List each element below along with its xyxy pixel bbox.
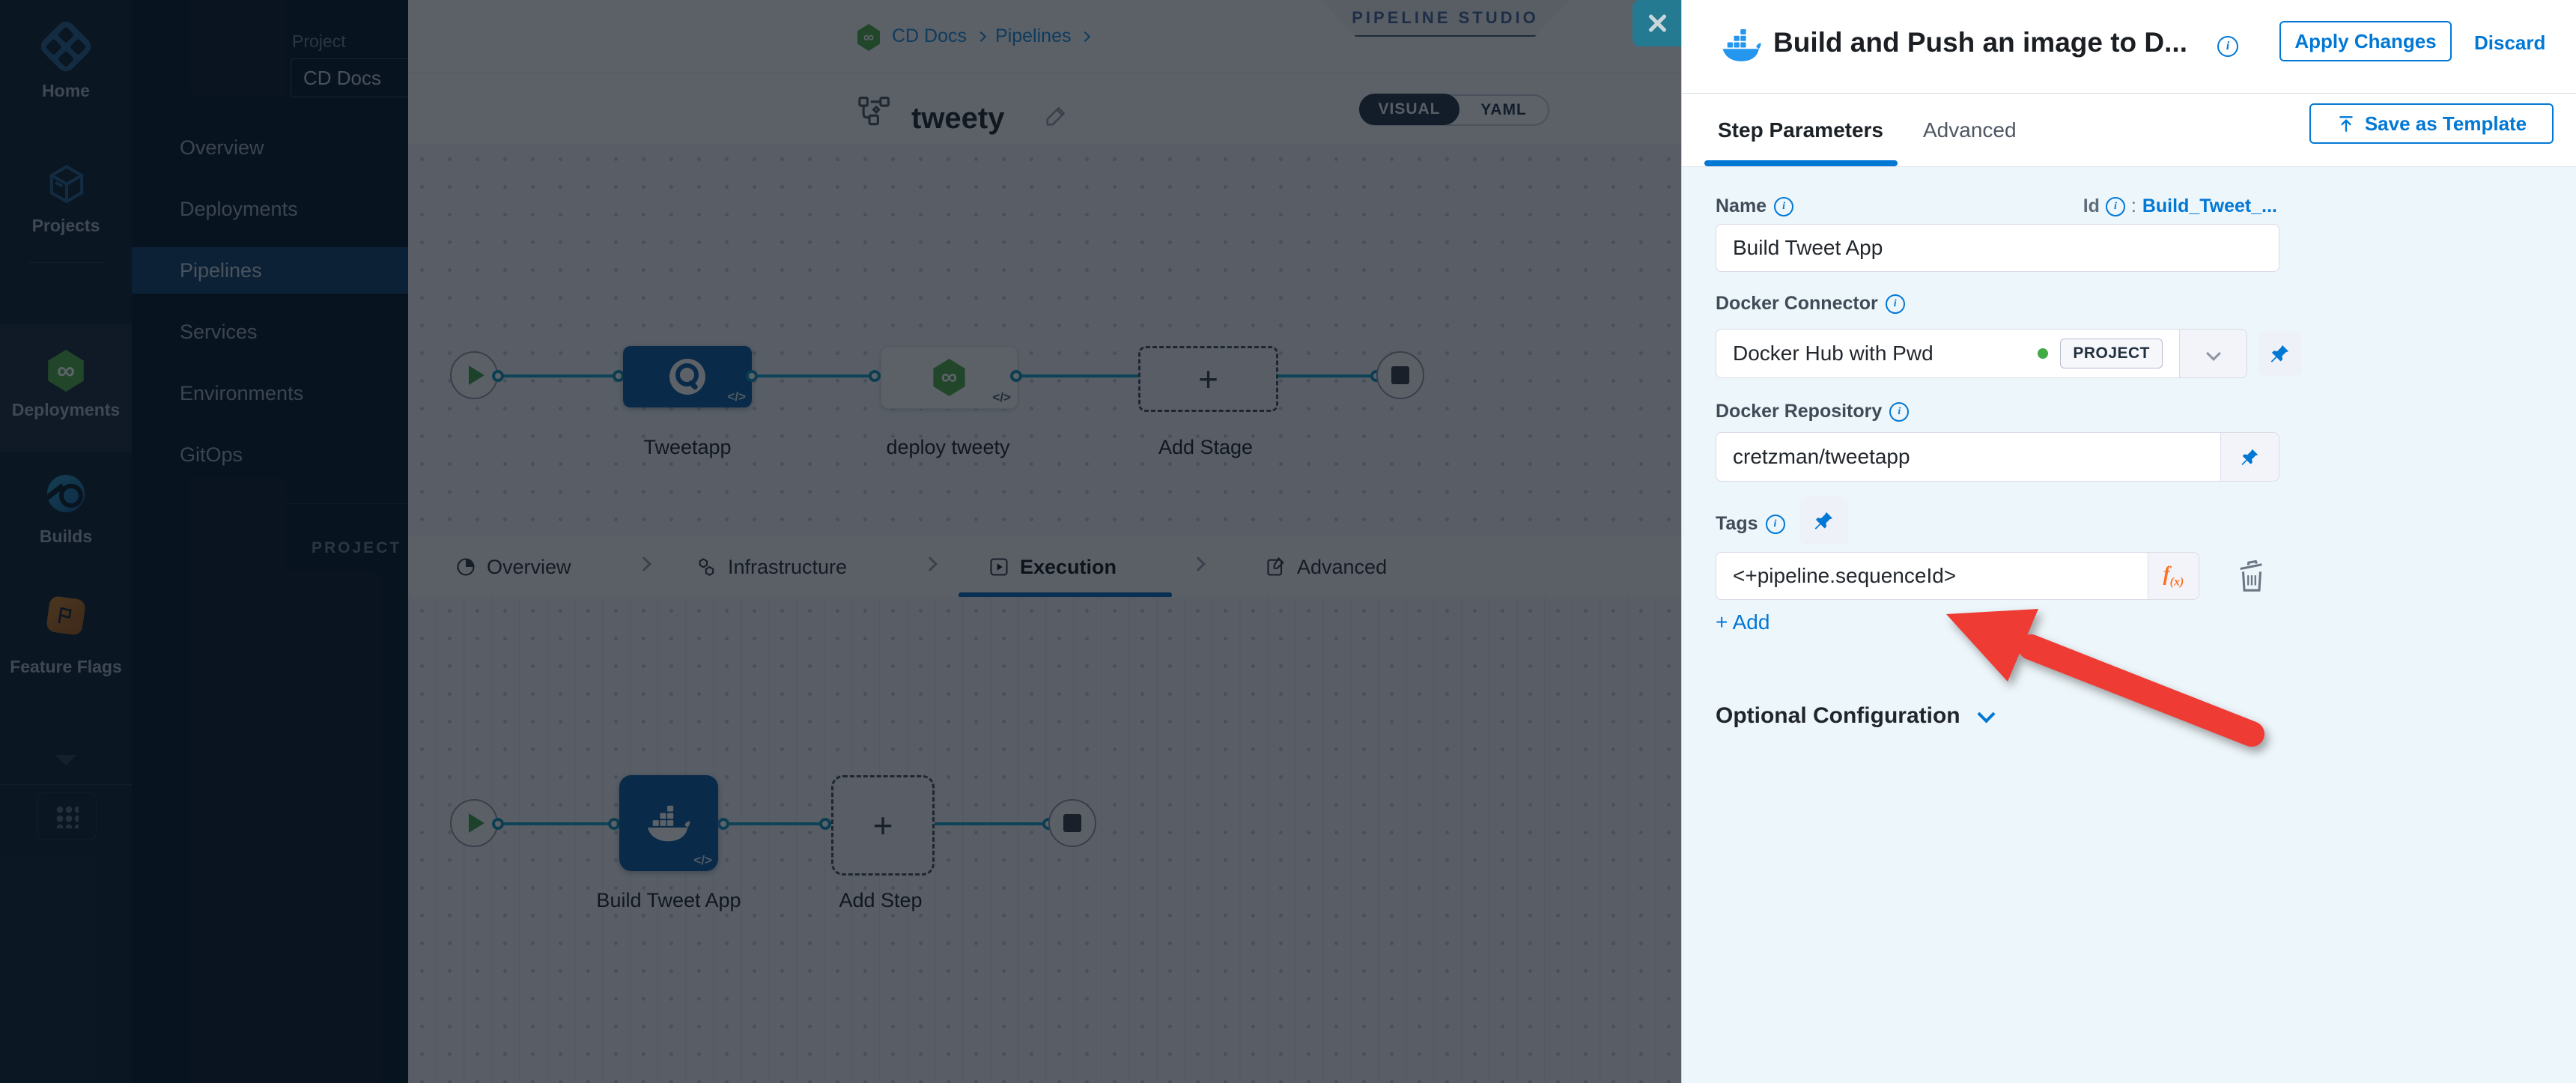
step-id-row: Id i : Build_Tweet_... (1996, 195, 2277, 217)
add-tag-link[interactable]: + Add (1716, 610, 1770, 634)
connector-dropdown[interactable] (2180, 329, 2247, 378)
pipeline-studio-app: Home Projects ∞ Deployments Builds Featu… (0, 0, 2576, 1083)
annotation-arrow (1902, 577, 2366, 816)
docker-connector-label: Docker Connector i (1716, 293, 1905, 315)
repository-pin-button[interactable] (2221, 432, 2279, 482)
tab-step-parameters[interactable]: Step Parameters (1718, 118, 1883, 142)
info-icon[interactable]: i (1766, 515, 1785, 534)
step-id-value[interactable]: Build_Tweet_... (2142, 195, 2277, 217)
divider (1682, 93, 2576, 94)
step-title: Build and Push an image to D... (1773, 27, 2187, 58)
connector-pin-button[interactable] (2258, 332, 2302, 375)
docker-icon (1721, 27, 1763, 63)
close-drawer-button[interactable] (1632, 0, 1681, 46)
info-icon[interactable]: i (1886, 294, 1905, 314)
upload-template-icon (2336, 114, 2356, 133)
discard-button[interactable]: Discard (2474, 31, 2545, 55)
docker-repository-field (1716, 432, 2279, 482)
apply-changes-button[interactable]: Apply Changes (2279, 21, 2452, 61)
info-icon[interactable]: i (2217, 36, 2238, 57)
step-config-drawer: Build and Push an image to D... i Apply … (1681, 0, 2576, 1083)
chevron-down-icon (2206, 346, 2221, 361)
name-input[interactable] (1716, 224, 2279, 272)
tags-label: Tags i (1716, 513, 1785, 535)
docker-connector-value: Docker Hub with Pwd (1733, 342, 2026, 365)
info-icon[interactable]: i (1774, 197, 1793, 216)
close-icon (1647, 13, 1668, 34)
pin-icon (2270, 343, 2291, 364)
active-tab-underline (1704, 160, 1898, 166)
docker-connector-field[interactable]: Docker Hub with Pwd PROJECT (1716, 329, 2247, 378)
docker-repository-label: Docker Repository i (1716, 401, 1909, 422)
id-label: Id (2083, 195, 2100, 217)
docker-repository-input[interactable] (1716, 432, 2221, 482)
info-icon[interactable]: i (2106, 197, 2125, 216)
info-icon[interactable]: i (1889, 402, 1909, 422)
scope-badge: PROJECT (2060, 339, 2163, 368)
save-as-template-button[interactable]: Save as Template (2309, 103, 2554, 144)
pin-icon (1814, 510, 1835, 531)
name-label: Name i (1716, 195, 1793, 217)
tags-pin-button[interactable] (1800, 497, 1848, 544)
modal-dim-overlay (0, 0, 1681, 1083)
tab-step-advanced[interactable]: Advanced (1923, 118, 2017, 142)
pin-icon (2241, 447, 2260, 467)
connector-status-dot (2038, 348, 2048, 359)
